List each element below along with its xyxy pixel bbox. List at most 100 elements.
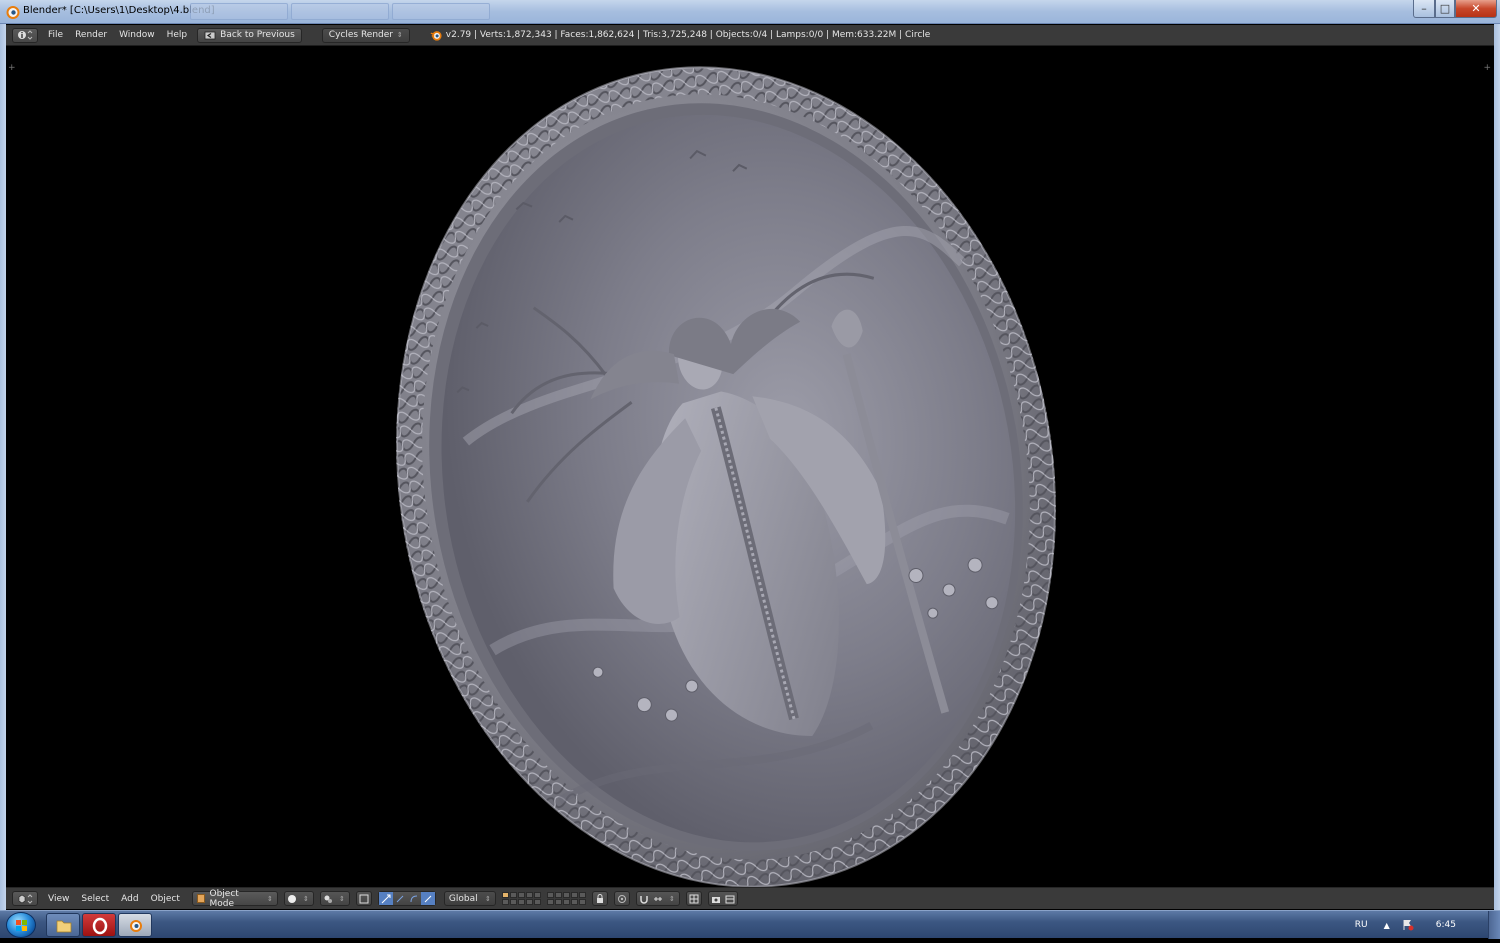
opera-icon — [92, 917, 108, 935]
layer-button[interactable] — [525, 892, 533, 898]
3d-view-editor-icon — [18, 893, 33, 904]
snap-increment-icon — [651, 892, 665, 905]
info-icon — [18, 30, 33, 40]
editor-type-button[interactable] — [12, 27, 38, 43]
windows-logo-icon — [16, 920, 27, 931]
manipulator-icon — [357, 892, 371, 905]
viewport-shading-select[interactable]: ⇕ — [283, 891, 314, 906]
layer-button[interactable] — [578, 892, 586, 898]
blender-logo-icon — [430, 31, 442, 41]
minimize-button[interactable]: – — [1413, 0, 1435, 18]
transform-manipulators — [377, 891, 436, 906]
blender-app-icon — [6, 6, 20, 19]
window-titlebar: Blender* [C:\Users\1\Desktop\4.blend] – … — [0, 0, 1500, 24]
layer-button[interactable] — [546, 899, 554, 905]
scene-stats: v2.79 | Verts:1,872,343 | Faces:1,862,62… — [430, 29, 931, 41]
menu-help[interactable]: Help — [161, 28, 194, 43]
magnet-icon — [637, 892, 651, 905]
menu-window[interactable]: Window — [113, 28, 161, 43]
layer-button[interactable] — [570, 892, 578, 898]
interaction-mode-select[interactable]: Object Mode ⇕ — [191, 889, 278, 909]
opengl-render-buttons — [707, 891, 738, 906]
taskbar-explorer-button[interactable] — [46, 913, 80, 937]
close-button[interactable]: ✕ — [1455, 0, 1497, 18]
background-windows — [190, 3, 490, 20]
layer-button[interactable] — [562, 892, 570, 898]
action-center-flag-icon[interactable] — [1402, 919, 1414, 931]
layer-button[interactable] — [533, 899, 541, 905]
layer-button[interactable] — [501, 899, 509, 905]
window-title: Blender* [C:\Users\1\Desktop\4.blend] — [23, 5, 215, 16]
proportional-editing-toggle[interactable] — [613, 891, 630, 906]
manipulator-toggle[interactable] — [355, 891, 372, 906]
maximize-button[interactable]: □ — [1435, 0, 1455, 18]
layer-button[interactable] — [517, 899, 525, 905]
combined-manipulator-icon[interactable] — [420, 892, 435, 905]
snap-target-select[interactable] — [685, 891, 702, 906]
start-button[interactable] — [6, 912, 36, 938]
menu-add[interactable]: Add — [115, 891, 144, 906]
layer-button[interactable] — [546, 892, 554, 898]
dropdown-arrows-icon: ⇕ — [267, 894, 273, 903]
menu-select[interactable]: Select — [75, 891, 115, 906]
windows-taskbar: RU ▲ 6:45 — [0, 910, 1500, 939]
background-window-tab[interactable] — [392, 3, 490, 20]
show-desktop-button[interactable] — [1488, 911, 1500, 939]
window-frame-right — [1494, 24, 1500, 914]
taskbar-clock[interactable]: 6:45 — [1436, 920, 1456, 930]
transform-orientation-select[interactable]: Global ⇕ — [443, 891, 496, 906]
folder-icon — [56, 920, 72, 933]
layer-button[interactable] — [562, 899, 570, 905]
info-header: File Render Window Help Back to Previous… — [6, 25, 1494, 46]
layer-button[interactable] — [570, 899, 578, 905]
back-to-previous-label: Back to Previous — [220, 30, 295, 40]
snap-toggle[interactable]: ⇕ — [635, 891, 680, 906]
menu-view[interactable]: View — [42, 891, 75, 906]
layer-button[interactable] — [525, 899, 533, 905]
show-hidden-icons-arrow[interactable]: ▲ — [1384, 921, 1390, 930]
proportional-editing-icon — [615, 892, 629, 905]
3d-viewport[interactable]: + + — [6, 47, 1494, 887]
dropdown-arrows-icon: ⇕ — [396, 31, 403, 39]
menu-object[interactable]: Object — [145, 891, 186, 906]
scene-layers-block-1[interactable] — [501, 892, 541, 905]
layer-button[interactable] — [509, 899, 517, 905]
pivot-point-icon — [321, 892, 335, 905]
render-engine-select[interactable]: Cycles Render ⇕ — [321, 27, 410, 43]
layer-button[interactable] — [501, 892, 509, 898]
layer-button[interactable] — [554, 899, 562, 905]
scale-manipulator-icon[interactable] — [407, 892, 421, 905]
dropdown-arrows-icon: ⇕ — [485, 894, 491, 903]
menu-file[interactable]: File — [42, 28, 69, 43]
sculpted-plate-model — [396, 66, 1056, 887]
scene-stats-text: v2.79 | Verts:1,872,343 | Faces:1,862,62… — [445, 30, 931, 40]
object-mode-icon — [196, 894, 206, 903]
render-animation-icon[interactable] — [723, 892, 737, 905]
taskbar-blender-button[interactable] — [118, 913, 152, 937]
rotate-manipulator-icon[interactable] — [393, 892, 407, 905]
layer-button[interactable] — [554, 892, 562, 898]
taskbar-opera-button[interactable] — [82, 913, 116, 937]
layer-button[interactable] — [533, 892, 541, 898]
layer-button[interactable] — [509, 892, 517, 898]
render-engine-label: Cycles Render — [328, 30, 393, 40]
editor-type-button[interactable] — [12, 891, 38, 906]
window-controls: – □ ✕ — [1413, 0, 1497, 18]
menu-render[interactable]: Render — [69, 28, 113, 43]
transform-orientation-label: Global — [448, 893, 478, 904]
layer-button[interactable] — [517, 892, 525, 898]
layer-lock-toggle[interactable] — [591, 891, 608, 906]
screen-back-icon — [204, 31, 216, 39]
language-indicator[interactable]: RU — [1355, 920, 1368, 930]
scene-layers-block-2[interactable] — [546, 892, 586, 905]
pivot-point-select[interactable]: ⇕ — [319, 891, 350, 906]
layer-button[interactable] — [578, 899, 586, 905]
background-window-tab[interactable] — [291, 3, 389, 20]
render-still-icon[interactable] — [709, 892, 723, 905]
dropdown-arrows-icon: ⇕ — [668, 894, 675, 903]
translate-manipulator-icon[interactable] — [378, 892, 393, 905]
background-window-tab[interactable] — [190, 3, 288, 20]
system-tray: RU ▲ 6:45 — [1355, 911, 1488, 939]
lock-icon — [593, 892, 607, 905]
back-to-previous-button[interactable]: Back to Previous — [197, 27, 302, 43]
